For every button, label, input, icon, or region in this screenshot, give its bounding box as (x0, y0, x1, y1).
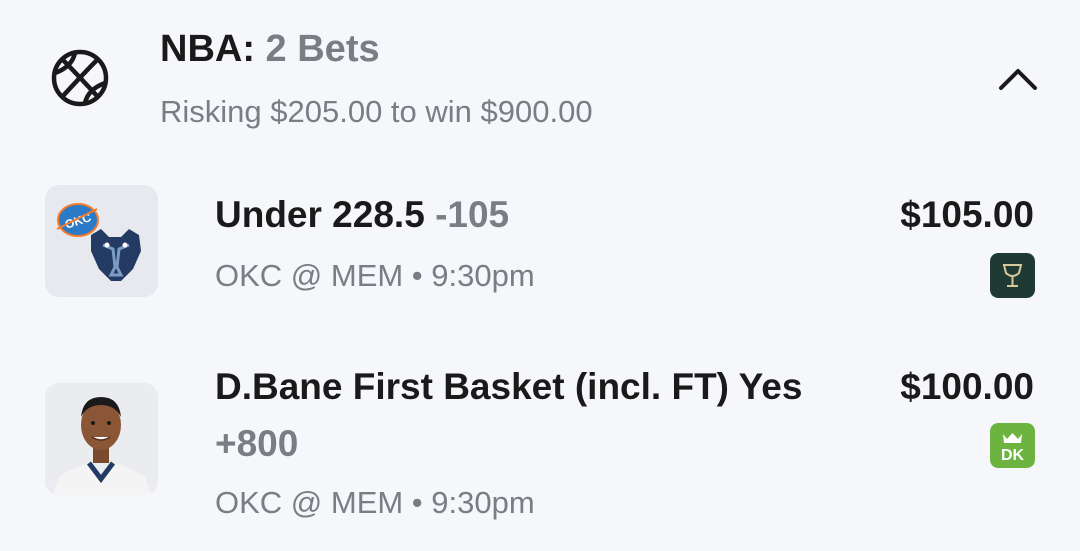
player-headshot (45, 383, 158, 495)
section-title: NBA: 2 Bets (160, 28, 380, 71)
chevron-up-icon[interactable] (996, 62, 1040, 96)
bet-matchup: OKC @ MEM • 9:30pm (215, 485, 535, 520)
bet-stake: $105.00 (900, 194, 1034, 235)
bet-stake: $100.00 (900, 366, 1034, 407)
bet-odds: -105 (435, 194, 510, 235)
basketball-icon (51, 49, 109, 107)
bet-selection: Under 228.5 -105 (215, 194, 510, 235)
bet-selection: D.Bane First Basket (incl. FT) Yes (215, 366, 803, 407)
player-photo (45, 383, 158, 495)
bet-matchup: OKC @ MEM • 9:30pm (215, 258, 535, 293)
bet-count: 2 Bets (265, 28, 380, 70)
risk-summary: Risking $205.00 to win $900.00 (160, 94, 593, 129)
okc-mem-logos: OKC (56, 203, 141, 281)
league-label: NBA: (160, 28, 255, 70)
svg-text:DK: DK (1001, 447, 1025, 464)
draftkings-icon: DK (990, 423, 1035, 468)
chalice-sportsbook-icon (990, 253, 1035, 298)
team-logos-thumbnail: OKC (45, 185, 158, 297)
bet-odds: +800 (215, 423, 299, 464)
